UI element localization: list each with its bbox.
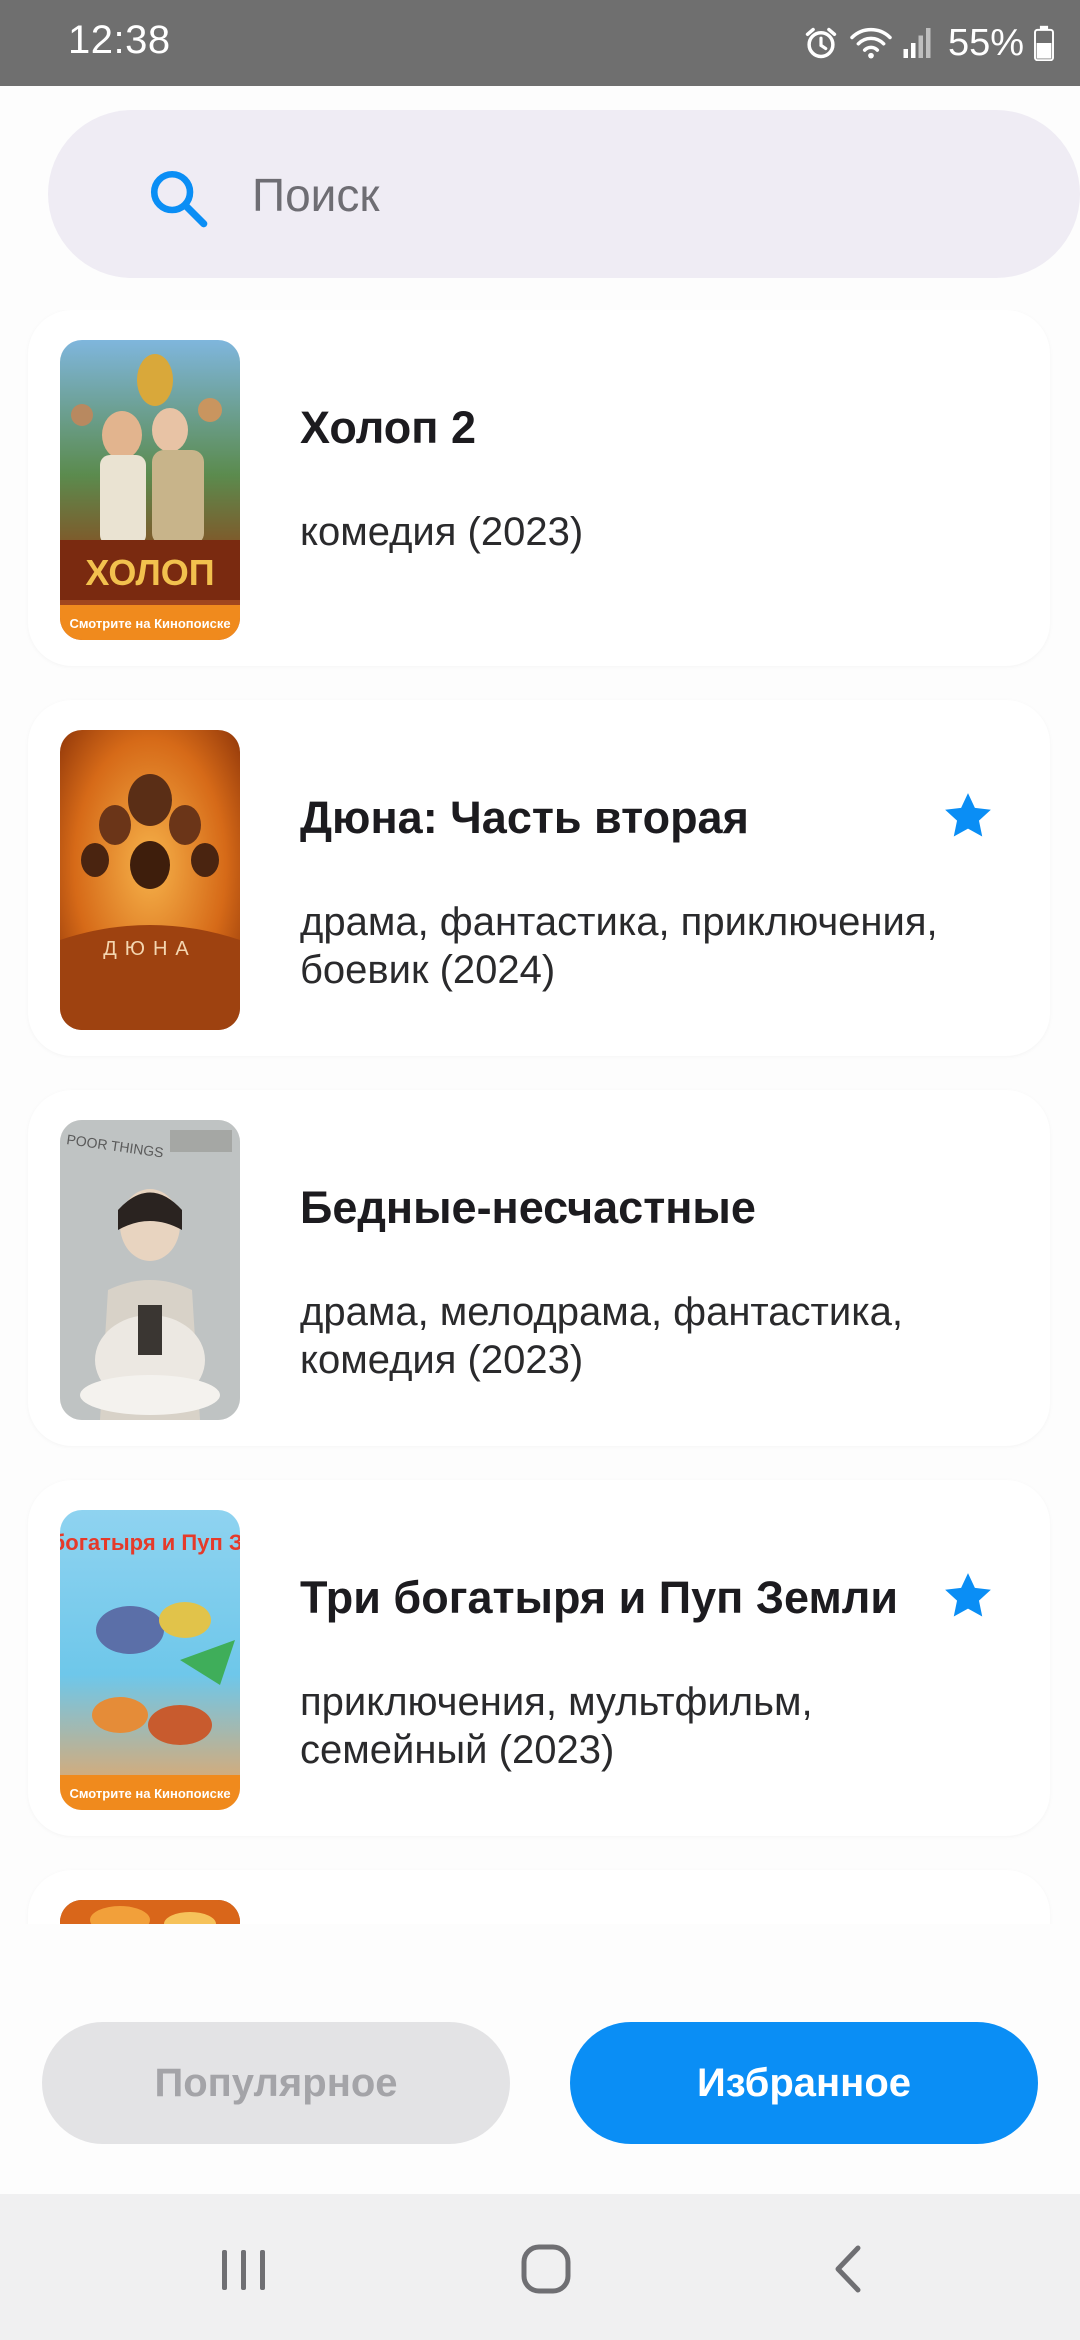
battery-percent: 55% — [947, 21, 1024, 64]
bottom-tabs: Популярное Избранное — [0, 1924, 1080, 2194]
poster-title-text: ДЮНА — [103, 938, 197, 960]
movie-card[interactable] — [28, 1870, 1050, 1924]
movie-poster: ТРИ богатыря и Пуп Земли Смотрите на Кин… — [60, 1510, 240, 1810]
status-icons: 55% — [802, 14, 1054, 72]
movie-genres: приключения, мультфильм, семейный (2023) — [300, 1680, 813, 1772]
home-icon[interactable] — [504, 2234, 584, 2304]
alarm-icon — [805, 27, 837, 59]
movie-poster — [60, 1900, 240, 1924]
movie-title: Дюна: Часть вторая — [300, 792, 749, 843]
popular-button[interactable]: Популярное — [42, 2022, 510, 2144]
status-time: 12:38 — [68, 18, 171, 62]
movie-genres: драма, мелодрама, фантастика, комедия (2… — [300, 1290, 903, 1382]
search-bar[interactable] — [48, 110, 1080, 278]
movie-poster: ДЮНА — [60, 730, 240, 1030]
system-nav-bar — [0, 2194, 1080, 2340]
favorite-star-icon[interactable] — [940, 788, 996, 844]
movie-poster: ХОЛОП Смотрите на Кинопоиске — [60, 340, 240, 640]
movie-title: Три богатыря и Пуп Земли — [300, 1572, 898, 1623]
back-icon[interactable] — [808, 2234, 888, 2304]
movie-poster: POOR THINGS — [60, 1120, 240, 1420]
poster-title-text: ТРИ богатыря и Пуп Земли — [60, 1530, 240, 1555]
movie-card[interactable]: ХОЛОП Смотрите на Кинопоиске Холоп 2 ком… — [28, 310, 1050, 666]
movie-card[interactable]: ТРИ богатыря и Пуп Земли Смотрите на Кин… — [28, 1480, 1050, 1836]
movie-card[interactable]: POOR THINGS Бедные-несчастные драма, мел… — [28, 1090, 1050, 1446]
movie-title: Бедные-несчастные — [300, 1182, 756, 1233]
poster-footer-text: Смотрите на Кинопоиске — [69, 616, 230, 631]
search-icon[interactable] — [146, 166, 212, 232]
poster-title-text: ХОЛОП — [85, 552, 214, 593]
app-screen: 12:38 55% Поиск ХОЛОП Смотрите на Кинопо… — [0, 0, 1080, 2340]
movie-genres: комедия (2023) — [300, 510, 584, 554]
movie-list[interactable]: ХОЛОП Смотрите на Кинопоиске Холоп 2 ком… — [0, 310, 1080, 1924]
status-bar: 12:38 55% — [0, 0, 1080, 86]
favorite-star-icon[interactable] — [940, 1568, 996, 1624]
wifi-icon — [850, 27, 892, 59]
recent-apps-icon[interactable] — [204, 2234, 284, 2304]
favorites-button[interactable]: Избранное — [570, 2022, 1038, 2144]
battery-icon — [1034, 25, 1054, 61]
search-input[interactable] — [252, 160, 1012, 230]
movie-title: Холоп 2 — [300, 402, 476, 453]
signal-icon — [903, 28, 931, 58]
movie-genres: драма, фантастика, приключения, боевик (… — [300, 900, 938, 992]
movie-card[interactable]: ДЮНА Дюна: Часть вторая драма, фантастик… — [28, 700, 1050, 1056]
poster-footer-text: Смотрите на Кинопоиске — [69, 1786, 230, 1801]
